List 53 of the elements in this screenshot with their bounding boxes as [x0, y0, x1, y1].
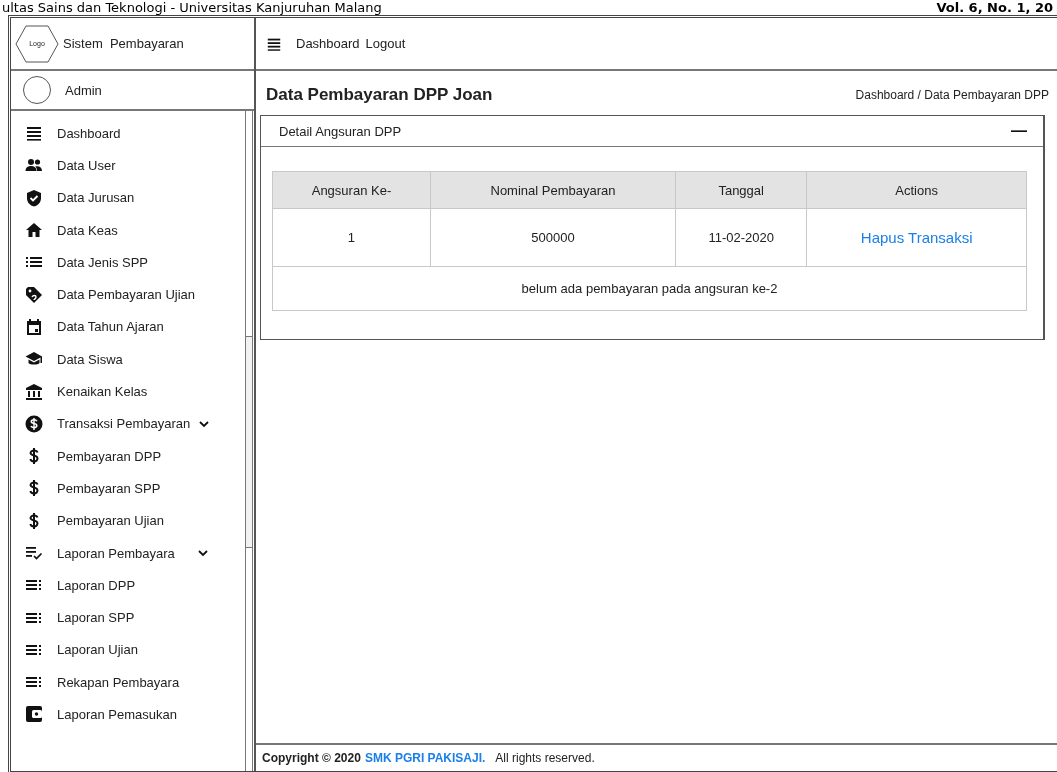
- nav-link[interactable]: Logout: [365, 36, 406, 51]
- calendar-icon: [25, 317, 43, 336]
- sidebar-item[interactable]: Data Jenis SPP: [11, 246, 245, 279]
- volume-number: Vol. 6, No. 1, 20: [936, 0, 1053, 15]
- card-title: Detail Angsuran DPP: [279, 123, 402, 139]
- app-title: Sistem Pembayaran: [63, 36, 184, 51]
- sidebar-item[interactable]: Data Siswa: [11, 343, 245, 376]
- copyright-text: Copyright © 2020: [262, 751, 361, 765]
- sidebar-item[interactable]: Pembayaran SPP: [11, 472, 245, 505]
- shield-check-icon: [25, 188, 43, 207]
- table-cell: 1: [272, 208, 431, 267]
- sidebar-item[interactable]: Pembayaran Ujian: [11, 504, 245, 537]
- sidebar-item[interactable]: Rekapan Pembayara: [11, 666, 245, 699]
- sidebar-item[interactable]: Laporan SPP: [11, 601, 245, 634]
- owner-link[interactable]: SMK PGRI PAKISAJI.: [364, 751, 486, 765]
- table-cell: 500000: [430, 208, 676, 267]
- dollar-circle-icon: [25, 414, 43, 433]
- column-header: Actions: [806, 171, 1027, 209]
- column-header: Tanggal: [675, 171, 807, 209]
- delete-link[interactable]: Hapus Transaksi: [860, 229, 973, 246]
- menu-icon: [25, 124, 43, 143]
- home-icon: [25, 221, 43, 240]
- sidebar-item[interactable]: Dashboard: [11, 117, 245, 150]
- sidebar-item[interactable]: Transaksi Pembayaran: [11, 407, 245, 440]
- list-check-icon: [25, 544, 43, 562]
- sidebar-item[interactable]: Data Pembayaran Ujian: [11, 278, 245, 311]
- sidebar-item[interactable]: Kenaikan Kelas: [11, 375, 245, 408]
- rights-text: All rights reserved.: [495, 751, 595, 765]
- sidebar-item[interactable]: Data Keas: [11, 213, 245, 247]
- bank-icon: [25, 382, 43, 401]
- sidebar-item[interactable]: Data User: [11, 149, 245, 182]
- table-cell: 11-02-2020: [675, 208, 807, 267]
- sidebar-item[interactable]: Data Jurusan: [11, 181, 245, 214]
- sidebar-item[interactable]: Laporan DPP: [11, 569, 245, 602]
- hexagon-logo: [15, 23, 59, 64]
- breadcrumb[interactable]: Dashboard / Data Pembayaran DPP: [855, 88, 1049, 102]
- chevron-down-icon[interactable]: [196, 547, 209, 559]
- sidebar-item[interactable]: Laporan Pemasukan: [11, 698, 245, 731]
- sidebar-item[interactable]: Laporan Pembayara: [11, 536, 245, 570]
- tag-icon: [25, 285, 43, 304]
- user-name: Admin: [65, 82, 102, 98]
- empty-message: belum ada pembayaran pada angsuran ke-2: [272, 266, 1027, 311]
- column-header: Angsuran Ke-: [272, 171, 431, 209]
- collapse-button[interactable]: —: [1011, 122, 1027, 140]
- sidebar-item[interactable]: Data Tahun Ajaran: [11, 310, 245, 344]
- sidebar-item[interactable]: Laporan Ujian: [11, 633, 245, 667]
- sidebar-item[interactable]: Pembayaran DPP: [11, 439, 245, 473]
- nav-link[interactable]: Dashboard: [296, 36, 360, 51]
- running-header: ultas Sains dan Teknologi - Universitas Kanjuruhan Malang: [2, 0, 382, 15]
- page-title: Data Pembayaran DPP Joan: [266, 85, 493, 105]
- column-header: Nominal Pembayaran: [430, 171, 676, 209]
- wallet-icon: [25, 705, 43, 724]
- scrollbar[interactable]: [245, 111, 253, 771]
